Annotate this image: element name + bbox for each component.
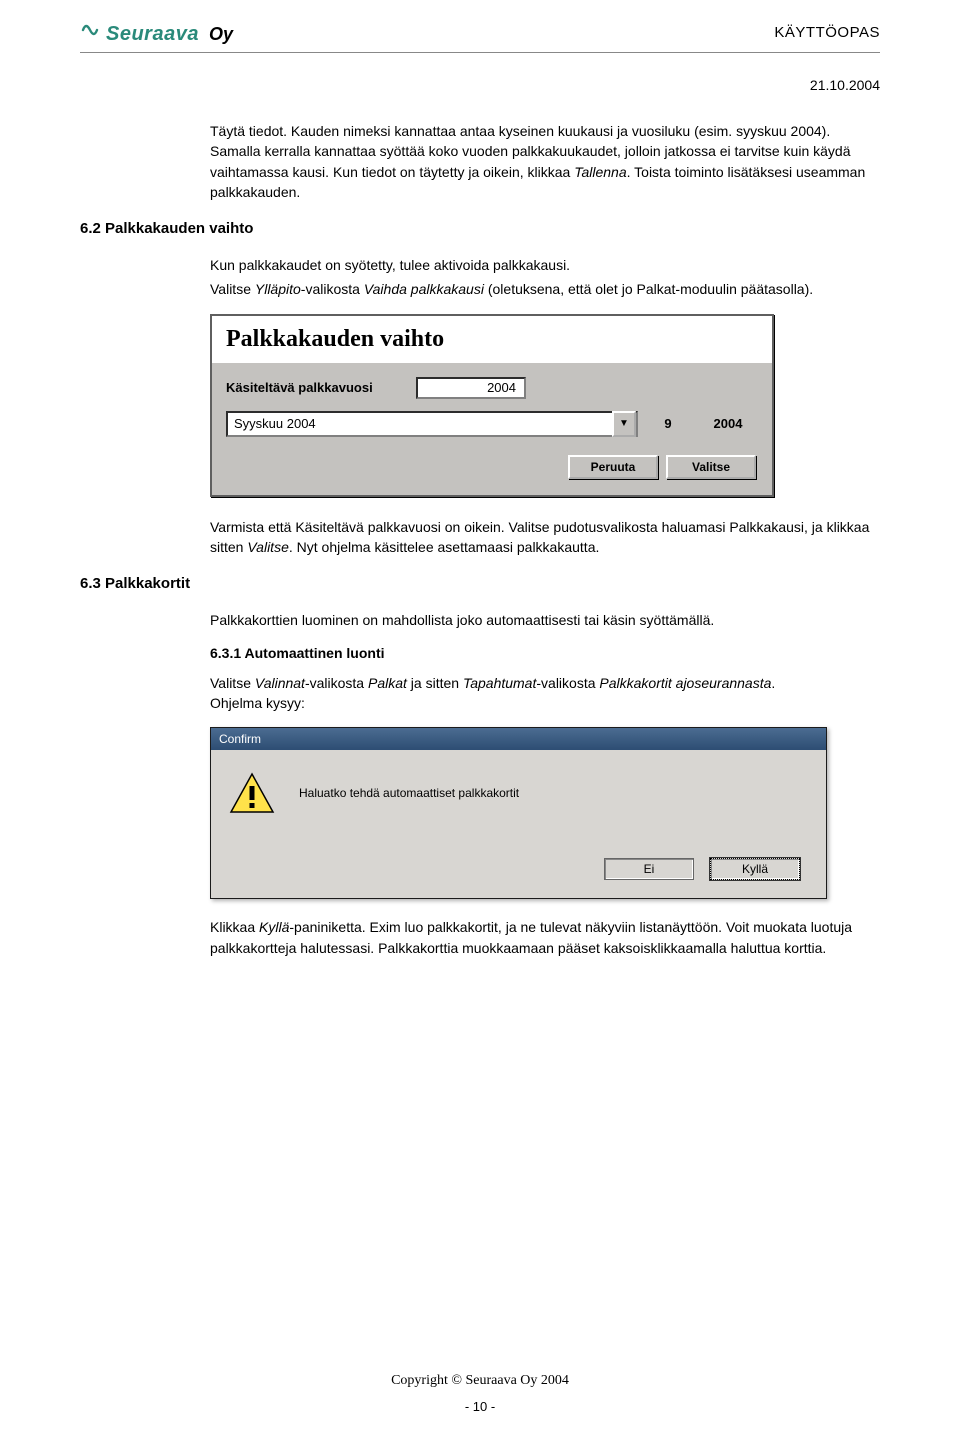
- copyright-text: Copyright © Seuraava Oy 2004: [0, 1373, 960, 1389]
- header-divider: [80, 52, 880, 53]
- month-number: 9: [648, 416, 688, 431]
- year-number: 2004: [698, 416, 758, 431]
- period-combo[interactable]: Syyskuu 2004 ▼: [226, 411, 638, 437]
- guide-title: KÄYTTÖOPAS: [774, 20, 880, 41]
- section-6-3-1-heading: 6.3.1 Automaattinen luonti: [210, 645, 870, 661]
- paragraph-yllapito: Valitse Ylläpito-valikosta Vaihda palkka…: [210, 279, 870, 299]
- chevron-down-icon[interactable]: ▼: [612, 411, 636, 437]
- page-number: - 10 -: [0, 1399, 960, 1414]
- paragraph-activate: Kun palkkakaudet on syötetty, tulee akti…: [210, 255, 870, 275]
- period-change-dialog: Palkkakauden vaihto Käsiteltävä palkkavu…: [210, 314, 774, 497]
- brand-name: Seuraava: [106, 23, 199, 46]
- brand-suffix: Oy: [209, 24, 233, 45]
- document-date: 21.10.2004: [80, 77, 880, 93]
- no-button[interactable]: Ei: [604, 858, 694, 880]
- year-label: Käsiteltävä palkkavuosi: [226, 380, 406, 395]
- paragraph-auto-create: Valitse Valinnat-valikosta Palkat ja sit…: [210, 673, 870, 714]
- brand-logo: Seuraava Oy: [80, 20, 233, 46]
- yes-button[interactable]: Kyllä: [710, 858, 800, 880]
- dialog-title: Palkkakauden vaihto: [212, 316, 772, 363]
- year-input[interactable]: 2004: [416, 377, 526, 399]
- confirm-title: Confirm: [211, 728, 826, 750]
- logo-mark-icon: [80, 20, 100, 40]
- confirm-message: Haluatko tehdä automaattiset palkkakorti…: [299, 786, 519, 800]
- select-button[interactable]: Valitse: [666, 455, 756, 479]
- paragraph-intro: Täytä tiedot. Kauden nimeksi kannattaa a…: [210, 121, 870, 202]
- section-6-2-heading: 6.2 Palkkakauden vaihto: [80, 220, 880, 237]
- paragraph-cards-intro: Palkkakorttien luominen on mahdollista j…: [210, 610, 870, 630]
- cancel-button[interactable]: Peruuta: [568, 455, 658, 479]
- confirm-dialog: Confirm Haluatko tehdä automaattiset pal…: [210, 727, 827, 899]
- warning-icon: [229, 772, 275, 814]
- combo-value: Syyskuu 2004: [234, 416, 316, 431]
- paragraph-click-yes: Klikkaa Kyllä-paniniketta. Exim luo palk…: [210, 917, 870, 958]
- section-6-3-heading: 6.3 Palkkakortit: [80, 575, 880, 592]
- paragraph-verify: Varmista että Käsiteltävä palkkavuosi on…: [210, 517, 870, 558]
